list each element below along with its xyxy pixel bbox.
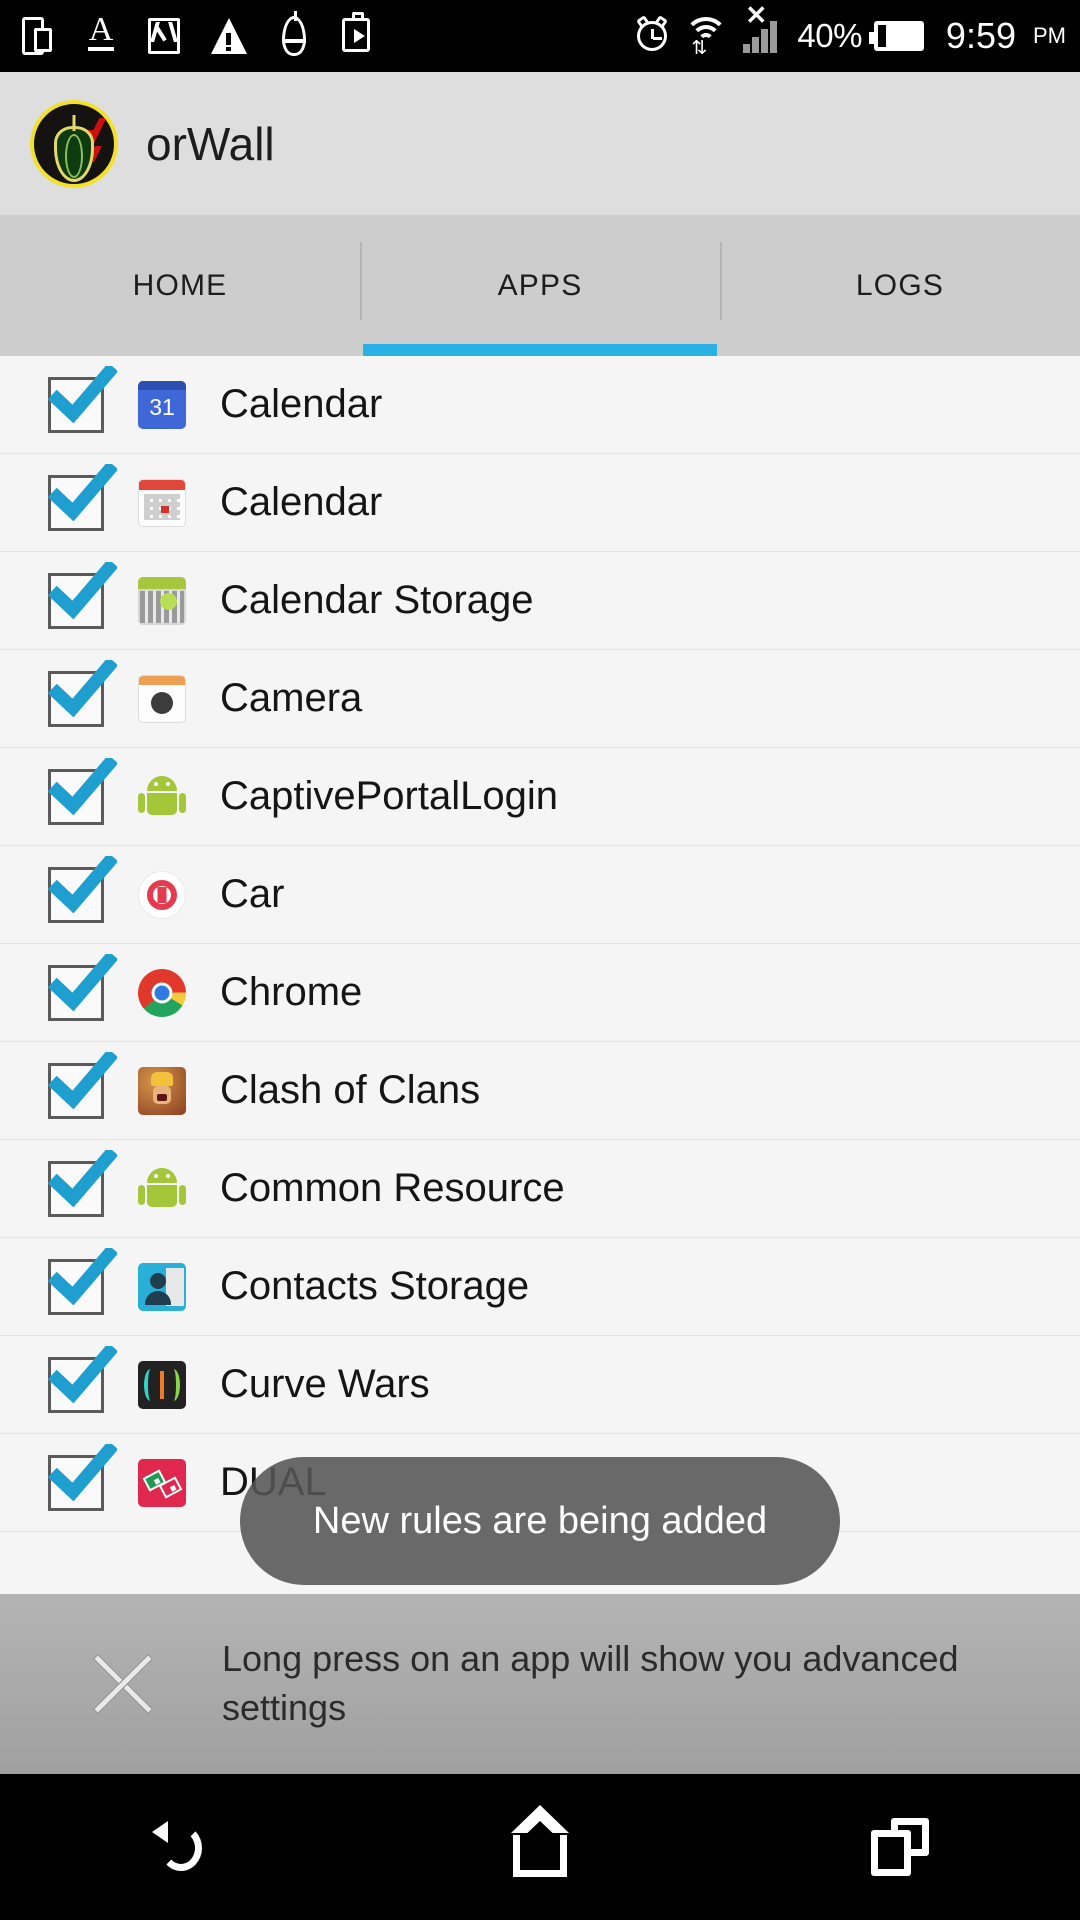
app-name-label: Calendar Storage	[220, 578, 534, 622]
tab-bar: HOME APPS LOGS	[0, 216, 1080, 356]
app-enabled-checkbox[interactable]	[47, 855, 117, 923]
calendar-icon	[138, 478, 186, 527]
app-list-row[interactable]: Clash of Clans	[0, 1042, 1080, 1140]
app-list-row[interactable]: Calendar	[0, 454, 1080, 552]
app-list[interactable]: 31 Calendar Calendar Calendar Storage Camera…	[0, 356, 1080, 1594]
hint-text: Long press on an app will show you advan…	[222, 1638, 959, 1728]
app-enabled-checkbox[interactable]	[47, 561, 117, 629]
cellular-signal-off-icon: ✕	[741, 2, 785, 57]
app-name-label: Calendar	[220, 382, 383, 426]
tab-apps[interactable]: APPS	[360, 216, 720, 356]
clock-ampm: PM	[1033, 23, 1066, 48]
app-name-label: Clash of Clans	[220, 1068, 481, 1112]
chrome-icon	[138, 968, 186, 1017]
contacts-storage-icon	[138, 1262, 186, 1311]
tab-apps-label: APPS	[497, 269, 583, 302]
app-list-row[interactable]: Chrome	[0, 944, 1080, 1042]
calendar-storage-icon	[138, 576, 186, 625]
app-enabled-checkbox[interactable]	[47, 1345, 117, 1413]
app-enabled-checkbox[interactable]	[47, 1443, 117, 1511]
usb-sync-icon	[274, 11, 312, 57]
google-calendar-icon: 31	[138, 380, 186, 429]
battery-percent: 40%	[797, 17, 862, 54]
tab-home-label: HOME	[132, 269, 228, 302]
app-enabled-checkbox[interactable]	[47, 757, 117, 825]
navigation-bar	[0, 1774, 1080, 1920]
orwall-logo-icon	[30, 99, 118, 188]
app-name-label: Calendar	[220, 480, 383, 524]
app-list-row[interactable]: Calendar Storage	[0, 552, 1080, 650]
tab-logs-label: LOGS	[855, 269, 945, 302]
hint-bar: Long press on an app will show you advan…	[0, 1594, 1080, 1774]
status-bar-right-icons: ⇅ ✕ 40% 9:59 PM	[633, 2, 1066, 58]
nav-recents-button[interactable]	[720, 1774, 1080, 1920]
tab-home[interactable]: HOME	[0, 216, 360, 356]
status-bar: A ⇅ ✕ 40% 9:59 PM	[0, 0, 1080, 72]
app-name-label: Contacts Storage	[220, 1264, 530, 1308]
app-enabled-checkbox[interactable]	[47, 1247, 117, 1315]
app-list-row[interactable]: Common Resource	[0, 1140, 1080, 1238]
app-list-row[interactable]: Car	[0, 846, 1080, 944]
app-enabled-checkbox[interactable]	[47, 365, 117, 433]
app-name-label: Camera	[220, 676, 363, 720]
app-install-icon	[338, 12, 376, 57]
page-title: orWall	[146, 117, 275, 170]
app-bar: orWall	[0, 72, 1080, 216]
text-format-icon: A	[82, 13, 120, 57]
gmail-icon	[146, 15, 184, 57]
app-name-label: Chrome	[220, 970, 363, 1014]
android-robot-icon	[138, 1165, 186, 1213]
app-name-label: Car	[220, 872, 285, 916]
app-name-label: CaptivePortalLogin	[220, 774, 558, 818]
wifi-icon: ⇅	[683, 15, 729, 58]
app-name-label: Common Resource	[220, 1166, 565, 1210]
nav-home-button[interactable]	[360, 1774, 720, 1920]
app-list-row[interactable]: Camera	[0, 650, 1080, 748]
app-enabled-checkbox[interactable]	[47, 463, 117, 531]
steering-wheel-icon	[138, 870, 186, 919]
close-x-icon[interactable]	[80, 1641, 166, 1727]
dual-app-icon	[138, 1458, 186, 1507]
android-robot-icon	[138, 773, 186, 821]
app-enabled-checkbox[interactable]	[47, 1051, 117, 1119]
tab-logs[interactable]: LOGS	[720, 216, 1080, 356]
nav-back-button[interactable]	[0, 1774, 360, 1920]
status-bar-left-icons: A	[18, 11, 633, 57]
home-icon	[511, 1805, 569, 1877]
app-enabled-checkbox[interactable]	[47, 659, 117, 727]
app-list-row[interactable]: CaptivePortalLogin	[0, 748, 1080, 846]
screencast-icon	[18, 15, 56, 57]
app-name-label: Curve Wars	[220, 1362, 430, 1406]
clock-time: 9:59	[945, 15, 1016, 56]
tab-indicator-active	[363, 344, 717, 356]
curve-wars-icon	[138, 1360, 186, 1409]
app-list-row[interactable]: Curve Wars	[0, 1336, 1080, 1434]
app-list-row[interactable]: 31 Calendar	[0, 356, 1080, 454]
toast-message: New rules are being added	[240, 1457, 840, 1585]
toast-text: New rules are being added	[312, 1499, 768, 1542]
alarm-icon	[633, 15, 671, 57]
recents-icon	[871, 1818, 929, 1876]
back-icon	[152, 1819, 208, 1875]
clash-of-clans-icon	[138, 1066, 186, 1115]
app-enabled-checkbox[interactable]	[47, 1149, 117, 1217]
phone-screen: A ⇅ ✕ 40% 9:59 PM orWall HOME APPS LOGS …	[0, 0, 1080, 1920]
camera-icon	[138, 674, 186, 723]
app-list-row[interactable]: Contacts Storage	[0, 1238, 1080, 1336]
warning-icon	[210, 15, 248, 57]
battery-icon	[868, 21, 924, 51]
app-enabled-checkbox[interactable]	[47, 953, 117, 1021]
